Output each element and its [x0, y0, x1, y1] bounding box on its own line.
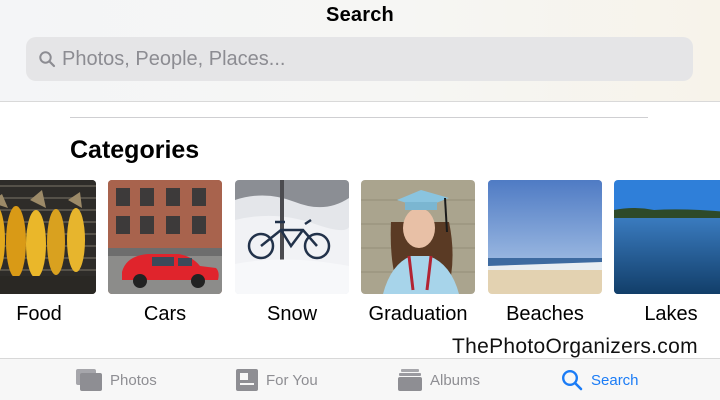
tab-photos-label: Photos: [110, 371, 157, 389]
graduation-thumbnail[interactable]: [361, 180, 475, 294]
magnifier-icon: [39, 51, 56, 68]
beaches-thumbnail[interactable]: [488, 180, 602, 294]
site-watermark: ThePhotoOrganizers.com: [448, 335, 702, 359]
category-label-food: Food: [16, 303, 62, 325]
tab-search-label: Search: [591, 371, 639, 389]
categories-heading: Categories: [70, 136, 200, 164]
tab-photos[interactable]: Photos: [76, 367, 157, 393]
category-label-cars: Cars: [143, 303, 187, 325]
search-icon: [561, 369, 583, 391]
albums-icon: [398, 369, 422, 391]
category-label-snow: Snow: [266, 303, 318, 325]
tab-for-you-label: For You: [266, 371, 318, 389]
tab-albums[interactable]: Albums: [398, 367, 480, 393]
section-divider: [70, 117, 648, 118]
page-title: Search: [326, 4, 394, 26]
tab-search[interactable]: Search: [561, 367, 639, 393]
food-thumbnail[interactable]: [0, 180, 96, 294]
tab-for-you[interactable]: For You: [236, 367, 318, 393]
cars-thumbnail[interactable]: [108, 180, 222, 294]
category-label-graduation: Graduation: [368, 303, 468, 325]
search-placeholder: Photos, People, Places...: [62, 48, 286, 70]
search-input[interactable]: Photos, People, Places...: [26, 37, 693, 81]
navigation-header: Search Photos, People, Places...: [0, 0, 720, 102]
lakes-thumbnail[interactable]: [614, 180, 720, 294]
photos-icon: [76, 369, 102, 391]
tab-albums-label: Albums: [430, 371, 481, 389]
tab-bar: Photos For You Albums Search: [0, 358, 720, 400]
category-label-lakes: Lakes: [644, 303, 698, 325]
for-you-icon: [236, 369, 258, 391]
snow-thumbnail[interactable]: [235, 180, 349, 294]
category-label-beaches: Beaches: [506, 303, 584, 325]
